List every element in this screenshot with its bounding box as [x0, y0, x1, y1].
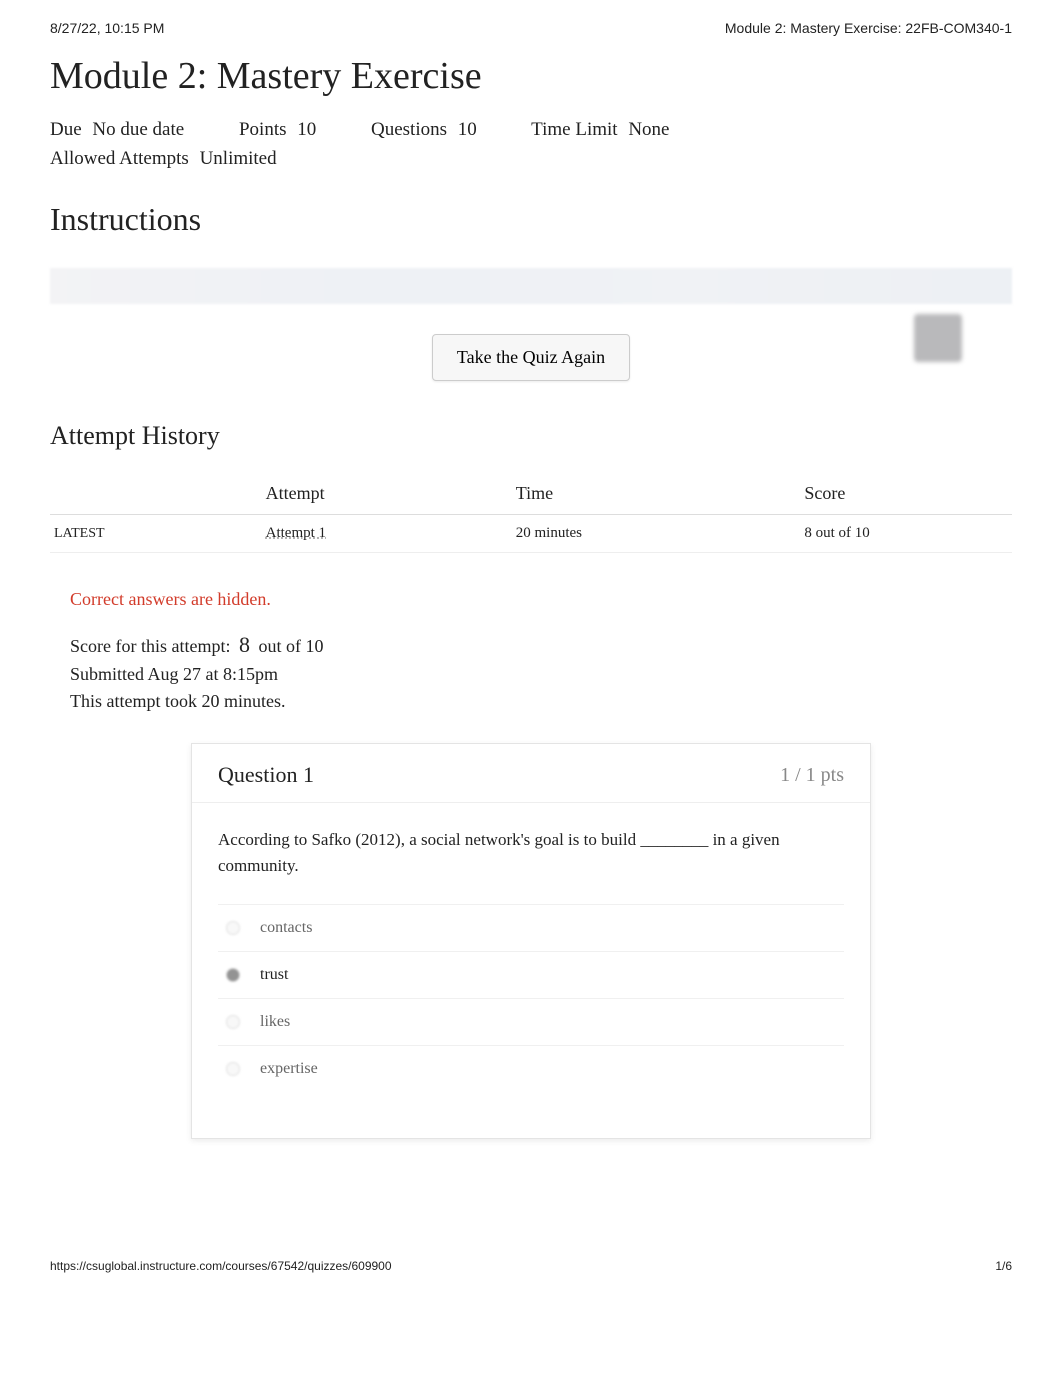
- col-score: Score: [800, 473, 1012, 515]
- answer-option: likes: [218, 998, 844, 1045]
- question-header: Question 1 1 / 1 pts: [192, 744, 870, 803]
- question-points: 1 / 1 pts: [780, 764, 844, 787]
- points-label: Points: [239, 119, 287, 140]
- row-attempt[interactable]: Attempt 1: [262, 515, 512, 553]
- take-quiz-again-button[interactable]: Take the Quiz Again: [432, 334, 630, 381]
- question-title: Question 1: [218, 762, 314, 788]
- attempt-history-title: Attempt History: [50, 421, 1012, 451]
- row-score: 8 out of 10: [800, 515, 1012, 553]
- col-attempt: Attempt: [262, 473, 512, 515]
- print-doc-title: Module 2: Mastery Exercise: 22FB-COM340-…: [725, 20, 1012, 36]
- radio-icon: [226, 1062, 240, 1076]
- score-label: Score for this attempt:: [70, 636, 230, 656]
- questions-value: 10: [458, 119, 477, 140]
- answer-label: expertise: [260, 1060, 318, 1077]
- row-status: LATEST: [50, 515, 262, 553]
- answer-list: contacts trust likes expertise: [218, 904, 844, 1092]
- due-label: Due: [50, 119, 82, 140]
- attempt-duration: This attempt took 20 minutes.: [70, 688, 1012, 715]
- score-value: 8: [239, 632, 250, 657]
- page-title: Module 2: Mastery Exercise: [50, 54, 1012, 98]
- radio-icon: [226, 1015, 240, 1029]
- points-value: 10: [297, 119, 316, 140]
- table-header-row: Attempt Time Score: [50, 473, 1012, 515]
- submitted-time: Submitted Aug 27 at 8:15pm: [70, 661, 1012, 688]
- footer-page: 1/6: [995, 1259, 1012, 1273]
- row-time: 20 minutes: [512, 515, 801, 553]
- time-limit-label: Time Limit: [531, 119, 617, 140]
- answer-option: trust: [218, 951, 844, 998]
- due-value: No due date: [92, 119, 184, 140]
- allowed-attempts-label: Allowed Attempts: [50, 148, 189, 169]
- footer-url: https://csuglobal.instructure.com/course…: [50, 1259, 392, 1273]
- table-row: LATEST Attempt 1 20 minutes 8 out of 10: [50, 515, 1012, 553]
- print-header: 8/27/22, 10:15 PM Module 2: Mastery Exer…: [50, 20, 1012, 36]
- allowed-attempts-value: Unlimited: [200, 148, 277, 169]
- blurred-icon: [914, 314, 962, 362]
- print-timestamp: 8/27/22, 10:15 PM: [50, 20, 164, 36]
- score-info: Score for this attempt: 8 out of 10 Subm…: [70, 628, 1012, 715]
- col-blank: [50, 473, 262, 515]
- correct-answers-hidden-notice: Correct answers are hidden.: [70, 589, 1012, 610]
- attempt-history-table: Attempt Time Score LATEST Attempt 1 20 m…: [50, 473, 1012, 553]
- print-footer: https://csuglobal.instructure.com/course…: [50, 1259, 1012, 1273]
- radio-icon: [226, 921, 240, 935]
- blurred-content: [50, 268, 1012, 304]
- time-limit-value: None: [628, 119, 669, 140]
- answer-label: likes: [260, 1013, 290, 1030]
- instructions-title: Instructions: [50, 201, 1012, 238]
- question-body: According to Safko (2012), a social netw…: [192, 803, 870, 1138]
- radio-icon: [226, 968, 240, 982]
- quiz-meta: Due No due date Points 10 Questions 10 T…: [50, 116, 1012, 173]
- col-time: Time: [512, 473, 801, 515]
- question-card: Question 1 1 / 1 pts According to Safko …: [191, 743, 871, 1139]
- question-text: According to Safko (2012), a social netw…: [218, 827, 844, 878]
- questions-label: Questions: [371, 119, 447, 140]
- score-out-of: out of 10: [258, 636, 323, 656]
- answer-label: trust: [260, 966, 288, 983]
- answer-option: expertise: [218, 1045, 844, 1092]
- answer-option: contacts: [218, 904, 844, 951]
- answer-label: contacts: [260, 919, 312, 936]
- attempt-link[interactable]: Attempt 1: [266, 525, 326, 541]
